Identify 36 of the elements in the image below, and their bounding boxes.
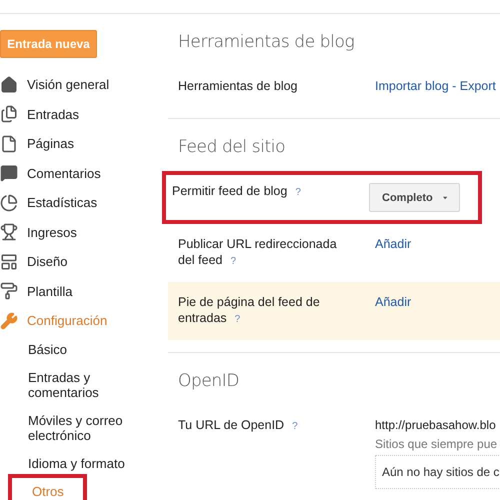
trusted-sites-list: Aún no hay sitios de c bbox=[375, 455, 500, 489]
section-title: Feed del sitio bbox=[177, 136, 286, 159]
settings-subitem[interactable]: Móviles y correo electrónico bbox=[28, 406, 138, 450]
setting-label: Publicar URL redireccionada del feed ? bbox=[178, 236, 338, 269]
settings-subitem[interactable]: Entradas y comentarios bbox=[28, 364, 138, 406]
paint-roller-icon bbox=[0, 282, 18, 300]
nav-item[interactable]: Páginas bbox=[0, 129, 160, 158]
wrench-icon bbox=[0, 312, 18, 330]
setting-label: Pie de página del feed de entradas ? bbox=[178, 294, 321, 327]
nav-item[interactable]: Comentarios bbox=[0, 158, 160, 188]
nav-item[interactable]: Diseño bbox=[0, 247, 160, 276]
nav-item[interactable]: Visión general bbox=[0, 70, 160, 100]
setting-label: Herramientas de blog bbox=[178, 78, 299, 94]
trusted-sites-note: Sitios que siempre pue bbox=[375, 436, 498, 452]
nav-item[interactable]: Ingresos bbox=[0, 218, 160, 247]
section-title: OpenID bbox=[177, 370, 240, 393]
pie-chart-icon bbox=[0, 194, 18, 212]
section-title: Herramientas de blog bbox=[177, 31, 356, 54]
settings-subitem[interactable]: Básico bbox=[28, 336, 138, 364]
nav-item[interactable]: Plantilla bbox=[0, 276, 160, 306]
add-link[interactable]: Añadir bbox=[375, 294, 500, 328]
setting-label: Permitir feed de blog ? bbox=[172, 183, 302, 200]
trophy-icon bbox=[0, 223, 18, 242]
nav-item[interactable]: Estadísticas bbox=[0, 188, 160, 218]
setting-label: Tu URL de OpenID ? bbox=[178, 417, 299, 434]
add-link[interactable]: Añadir bbox=[375, 236, 500, 270]
speech-bubble-icon bbox=[0, 164, 18, 182]
add-link[interactable]: Importar blog - Export bbox=[375, 78, 500, 94]
caret-icon bbox=[442, 196, 447, 200]
documents-icon bbox=[0, 105, 18, 124]
page-icon bbox=[0, 134, 18, 153]
layout-icon bbox=[0, 252, 18, 271]
feed-dropdown[interactable]: Completo bbox=[369, 183, 460, 212]
nav-item[interactable]: Entradas bbox=[0, 100, 160, 129]
openid-url: http://pruebasahow.blo bbox=[375, 417, 497, 433]
home-icon bbox=[0, 76, 18, 94]
